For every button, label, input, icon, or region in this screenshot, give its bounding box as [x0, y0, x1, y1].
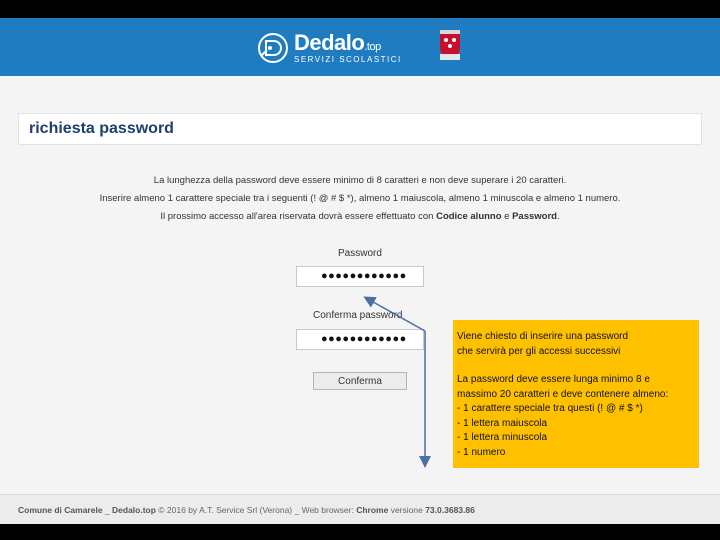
municipal-crest-icon: [440, 30, 460, 60]
rules-line-2: Inserire almeno 1 carattere speciale tra…: [99, 193, 621, 204]
confirm-password-input[interactable]: ●●●●●●●●●●●●: [296, 329, 424, 350]
top-letterbox: [0, 0, 720, 18]
callout-paragraph-1: Viene chiesto di inserire una password c…: [457, 331, 629, 357]
callout-paragraph-2: La password deve essere lunga minimo 8 e…: [457, 374, 669, 458]
page-footer: Comune di Camarele _ Dedalo.top © 2016 b…: [0, 494, 720, 524]
confirm-button[interactable]: Conferma: [313, 372, 407, 390]
password-label: Password: [338, 248, 382, 259]
instruction-callout: Viene chiesto di inserire una password c…: [453, 320, 699, 468]
page-title-bar: richiesta password: [18, 113, 702, 145]
footer-text: Comune di Camarele _ Dedalo.top © 2016 b…: [18, 505, 475, 515]
rules-line-1: La lunghezza della password deve essere …: [153, 175, 567, 186]
password-input[interactable]: ●●●●●●●●●●●●: [296, 266, 424, 287]
logo-subtitle: SERVIZI SCOLASTICI: [294, 55, 402, 64]
logo-title: Dedalo: [294, 30, 365, 55]
main-content: richiesta password La lunghezza della pa…: [0, 76, 720, 524]
page-title: richiesta password: [29, 120, 174, 137]
rules-line-3: Il prossimo accesso all'area riservata d…: [160, 211, 560, 222]
dedalo-logo-icon: [258, 33, 288, 63]
confirm-password-label: Conferma password: [313, 310, 403, 321]
password-rules-text: La lunghezza della password deve essere …: [0, 172, 720, 226]
dedalo-logo[interactable]: Dedalo.top SERVIZI SCOLASTICI: [256, 30, 402, 66]
logo-suffix: .top: [364, 41, 381, 53]
site-header: Dedalo.top SERVIZI SCOLASTICI: [0, 18, 720, 76]
bottom-letterbox: [0, 524, 720, 540]
